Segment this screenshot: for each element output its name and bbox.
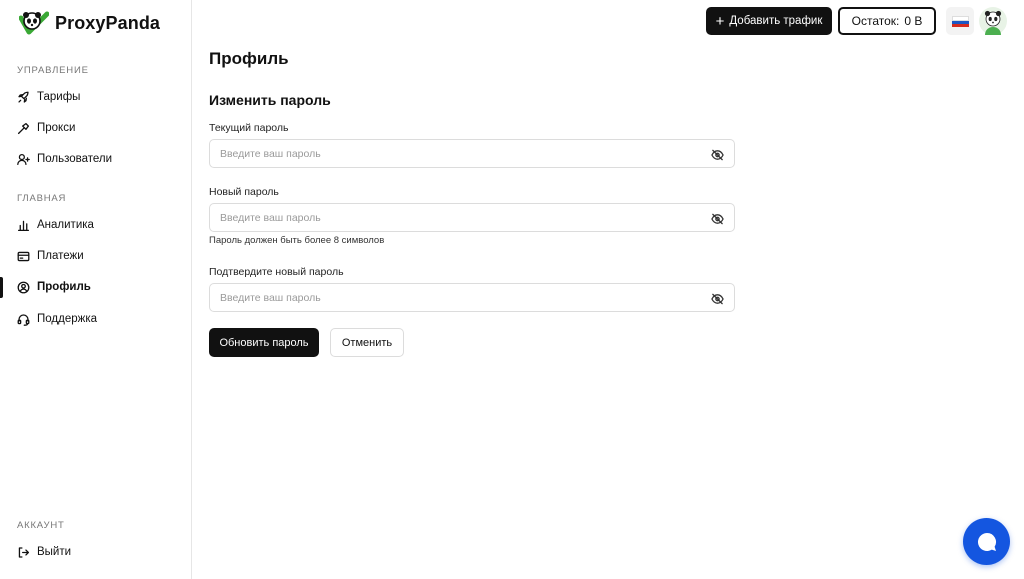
current-password-input[interactable]: [220, 140, 700, 167]
sidebar-item-users[interactable]: Пользователи: [17, 149, 112, 169]
sidebar-item-proxies[interactable]: Прокси: [17, 118, 75, 138]
panda-logo-icon: [19, 11, 49, 35]
sidebar-item-analytics[interactable]: Аналитика: [17, 215, 94, 235]
new-password-input[interactable]: [220, 204, 700, 231]
sidebar-item-logout[interactable]: Выйти: [17, 542, 71, 562]
credit-card-icon: [17, 251, 30, 261]
eye-off-icon[interactable]: [711, 148, 724, 161]
sidebar-item-label: Профиль: [37, 281, 91, 293]
confirm-password-label: Подтвердите новый пароль: [209, 266, 344, 278]
chat-bubble-icon: [977, 532, 996, 551]
current-password-field: [209, 139, 735, 168]
russian-flag-icon: [951, 15, 969, 27]
section-title-management: УПРАВЛЕНИЕ: [17, 65, 89, 76]
current-password-label: Текущий пароль: [209, 122, 289, 134]
section-title-main: ГЛАВНАЯ: [17, 193, 67, 204]
sidebar-item-label: Прокси: [37, 122, 76, 134]
logout-icon: [18, 546, 30, 558]
brand-name: ProxyPanda: [55, 12, 161, 33]
sidebar-item-label: Платежи: [37, 250, 84, 262]
plus-icon: +: [715, 12, 725, 30]
avatar[interactable]: [979, 7, 1007, 35]
balance-button[interactable]: Остаток: 0 B: [838, 7, 936, 35]
update-password-button[interactable]: Обновить пароль: [209, 328, 319, 357]
sidebar-item-label: Пользователи: [37, 153, 113, 165]
add-traffic-button[interactable]: + Добавить трафик: [706, 7, 832, 35]
sidebar-item-payments[interactable]: Платежи: [17, 246, 84, 266]
sidebar-item-tariffs[interactable]: Тарифы: [17, 87, 80, 107]
add-traffic-label: Добавить трафик: [729, 15, 823, 27]
logo[interactable]: ProxyPanda: [19, 9, 160, 37]
cancel-button[interactable]: Отменить: [330, 328, 404, 357]
bar-chart-icon: [17, 220, 30, 231]
sidebar-item-label: Тарифы: [37, 91, 81, 103]
sidebar-item-label: Поддержка: [37, 313, 97, 325]
language-switcher[interactable]: [946, 7, 974, 35]
user-add-icon: [17, 153, 30, 165]
eye-off-icon[interactable]: [711, 292, 724, 305]
new-password-label: Новый пароль: [209, 186, 279, 198]
user-circle-icon: [17, 281, 30, 293]
hammer-icon: [17, 122, 30, 134]
balance-label: Остаток:: [851, 14, 900, 28]
page-title: Профиль: [209, 49, 289, 68]
confirm-password-field: [209, 283, 735, 312]
sidebar-item-label: Выйти: [37, 546, 72, 558]
confirm-password-input[interactable]: [220, 284, 700, 311]
balance-value: 0 B: [904, 14, 923, 28]
active-indicator: [0, 277, 3, 298]
section-title-account: АККАУНТ: [17, 520, 65, 531]
sidebar-item-support[interactable]: Поддержка: [17, 309, 97, 329]
rocket-icon: [18, 91, 29, 103]
password-hint: Пароль должен быть более 8 символов: [209, 235, 385, 246]
headset-icon: [17, 313, 30, 326]
eye-off-icon[interactable]: [711, 212, 724, 225]
new-password-field: [209, 203, 735, 232]
chat-button[interactable]: [963, 518, 1010, 565]
sidebar-item-label: Аналитика: [37, 219, 94, 231]
section-heading: Изменить пароль: [209, 92, 331, 108]
sidebar: ProxyPanda УПРАВЛЕНИЕ Тарифы Прокси Поль…: [0, 0, 192, 579]
sidebar-item-profile[interactable]: Профиль: [17, 277, 91, 297]
